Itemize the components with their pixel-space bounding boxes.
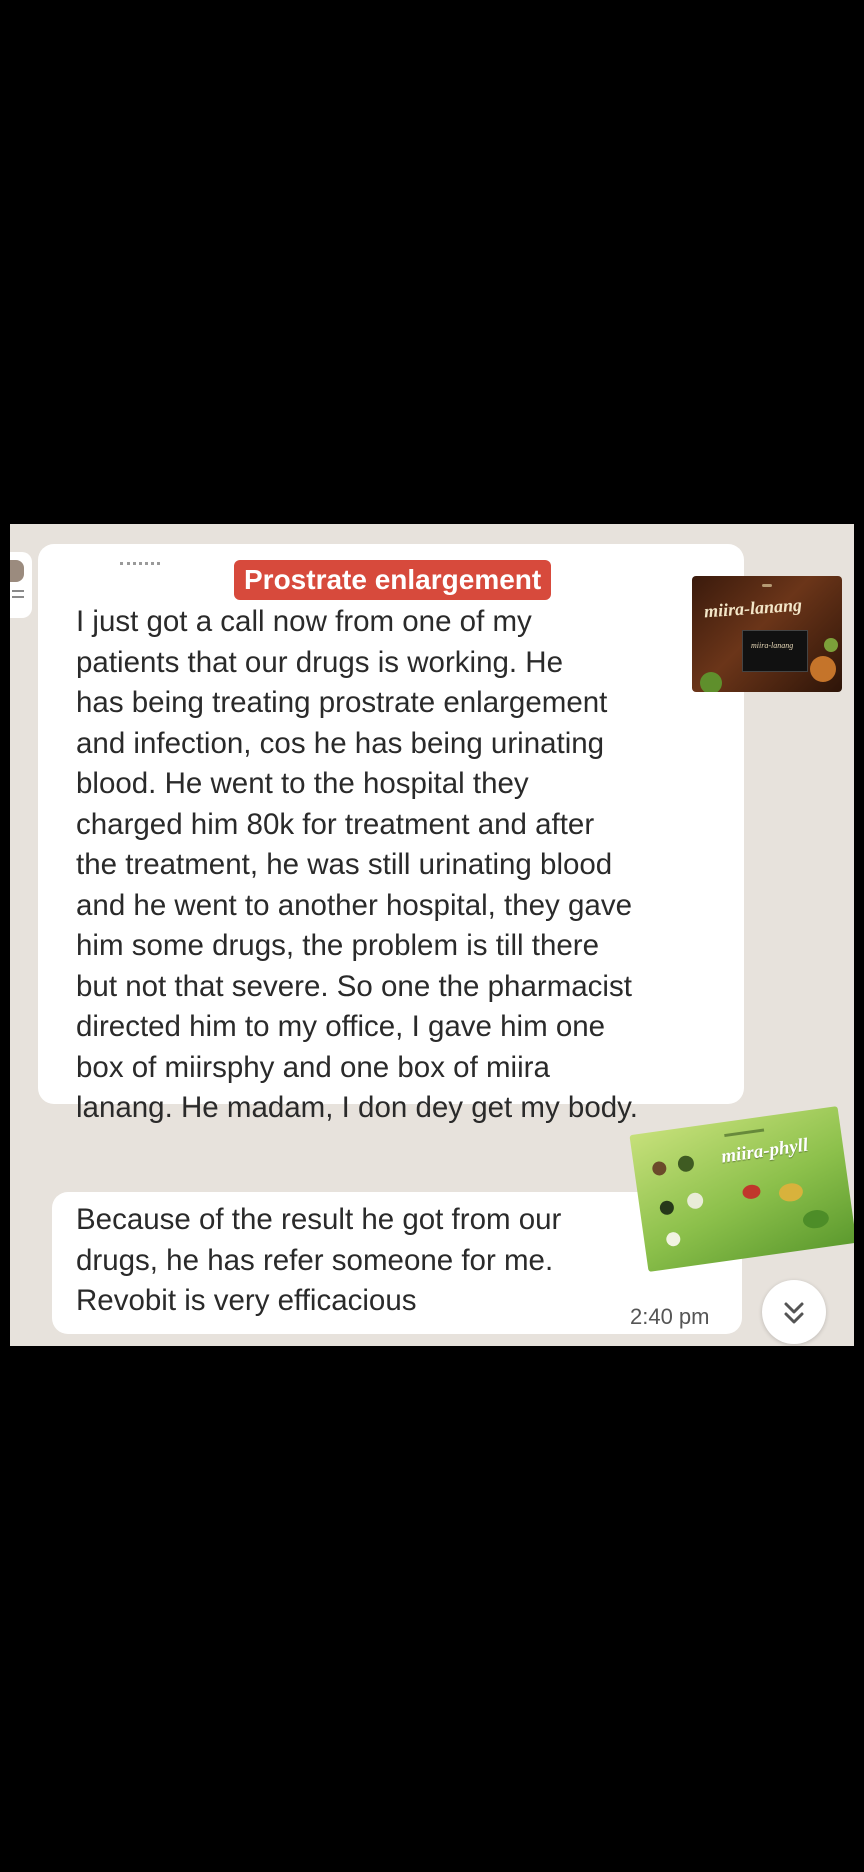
message-line: box of miirsphy and one box of miira <box>76 1050 550 1084</box>
fruit-decoration <box>824 638 838 652</box>
message-line: and infection, cos he has being urinatin… <box>76 726 605 760</box>
product-image-miira-phyll: miira-phyll <box>629 1106 854 1272</box>
product-image-miira-lanang: miira-lanang miira-lanang <box>692 576 842 692</box>
ingredient-dot <box>651 1160 668 1177</box>
message-line: Because of the result he got from our <box>76 1203 562 1236</box>
message-line: him some drugs, the problem is till ther… <box>76 929 600 962</box>
message-line: I just got a call now from one of my <box>76 605 532 638</box>
avatar-photo <box>10 560 24 582</box>
double-chevron-down-icon <box>784 1302 804 1324</box>
message-line: directed him to my office, I gave him on… <box>76 1010 606 1043</box>
message-text: Because of the result he got from our dr… <box>76 1200 636 1322</box>
avatar[interactable] <box>10 552 32 618</box>
ingredient-dot <box>801 1208 831 1230</box>
ingredient-dot <box>676 1154 695 1173</box>
scroll-down-button[interactable] <box>762 1280 826 1344</box>
ingredient-dot <box>665 1231 682 1248</box>
fruit-decoration <box>700 672 722 692</box>
topic-badge: Prostrate enlargement <box>234 560 552 600</box>
ingredient-dot <box>741 1183 762 1201</box>
message-line: has being treating prostrate enlargement <box>76 686 608 719</box>
message-text: I just got a call now from one of my pat… <box>76 602 756 1129</box>
avatar-line <box>12 596 24 598</box>
fruit-decoration <box>810 656 836 682</box>
product-box-label: miira-lanang <box>751 641 794 650</box>
sender-name-placeholder <box>120 562 160 568</box>
message-line: the treatment, he was still urinating bl… <box>76 848 613 881</box>
ingredient-dot <box>686 1191 705 1210</box>
product-label: miira-lanang <box>703 594 803 622</box>
product-label: miira-phyll <box>719 1134 810 1168</box>
message-line: charged him 80k for treatment and after <box>76 807 595 841</box>
message-line: Revobit is very efficacious <box>76 1284 417 1317</box>
ingredient-dot <box>777 1181 805 1203</box>
message-line: blood. He went to the hospital they <box>76 767 529 800</box>
message-line: and he went to another hospital, they ga… <box>76 888 632 922</box>
ingredient-dot <box>658 1199 675 1216</box>
message-timestamp: 2:40 pm <box>630 1304 710 1329</box>
avatar-line <box>12 590 24 592</box>
product-tagline <box>724 1128 765 1138</box>
message-line: patients that our drugs is working. He <box>76 645 563 679</box>
message-line: lanang. He madam, I don dey get my body. <box>76 1091 638 1124</box>
chat-screenshot: Prostrate enlargement I just got a call … <box>10 524 854 1346</box>
message-line: but not that severe. So one the pharmaci… <box>76 969 632 1003</box>
product-decoration <box>762 584 772 587</box>
product-box: miira-lanang <box>742 630 808 672</box>
message-line: drugs, he has refer someone for me. <box>76 1243 554 1277</box>
